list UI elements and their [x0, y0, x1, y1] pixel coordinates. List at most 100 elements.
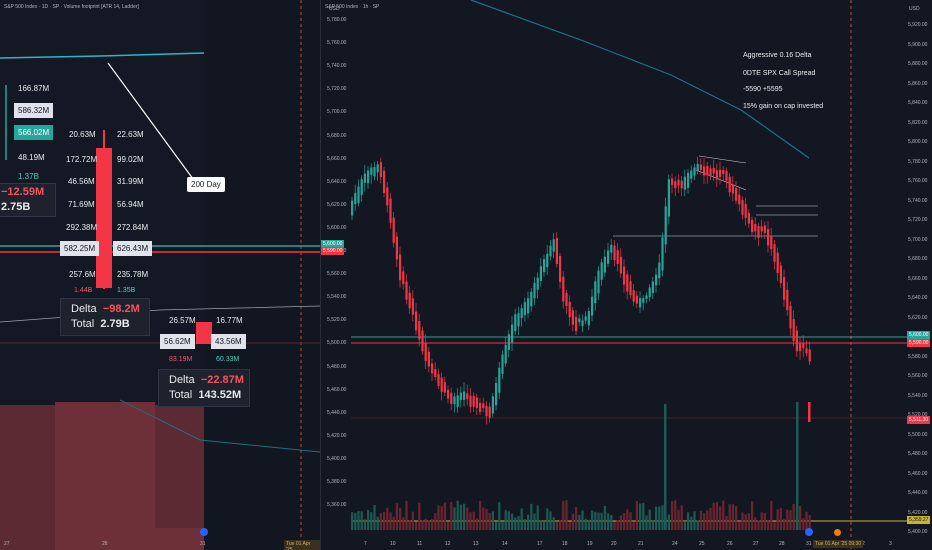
right-replay-icon[interactable] — [805, 528, 813, 536]
candle-body — [626, 274, 629, 292]
candle-body — [530, 291, 533, 307]
volume-bar — [587, 519, 590, 530]
bottom-delta-label: Delta — [169, 374, 195, 386]
candle-body — [418, 320, 421, 340]
candle-body — [482, 403, 485, 409]
right-axis-tick: 5,660.00 — [908, 275, 928, 282]
volume-bar — [552, 517, 555, 530]
volume-bar — [530, 503, 533, 530]
fp-level-4: 48.19M — [18, 153, 45, 162]
left-axis-tick: 5,420.00 — [327, 432, 347, 439]
candle-body — [728, 176, 731, 193]
candle-body — [786, 289, 789, 311]
candle-body — [424, 342, 427, 362]
candle-body — [571, 310, 574, 325]
candle-body — [575, 316, 578, 332]
fp-level-3: 566.02M — [14, 125, 54, 140]
volume-bar — [619, 515, 622, 530]
volume-bar — [395, 503, 398, 530]
fp-bid-1: 20.63M — [69, 130, 96, 139]
candle-body — [443, 382, 446, 393]
right-ma-200-line — [470, 0, 810, 159]
candle-body — [648, 287, 651, 298]
left-replay-icon[interactable] — [200, 528, 208, 536]
volume-bar — [565, 500, 568, 530]
candle-body — [776, 252, 779, 273]
candle-body — [376, 164, 379, 173]
volume-bar — [383, 512, 386, 530]
volume-bar — [767, 519, 770, 530]
volume-bar — [741, 512, 744, 530]
fp-ask-6: 626.43M — [113, 241, 153, 256]
volume-bar — [360, 511, 363, 530]
left-x-label-27: 27 — [4, 541, 10, 547]
session-background — [204, 0, 320, 550]
time-axis-tick: 24 — [672, 541, 678, 547]
candle-body — [472, 395, 475, 407]
right-axis-tick: 5,560.00 — [908, 373, 928, 379]
right-currency-text: USD — [909, 6, 920, 12]
candle-body — [379, 162, 382, 177]
bottom-delta-row: Delta −22.87M — [169, 373, 244, 388]
right-axis-tick: 5,840.00 — [908, 100, 928, 106]
volume-bar — [514, 517, 517, 530]
candle-body — [354, 193, 357, 205]
candle-body — [639, 298, 642, 308]
volume-bar — [623, 512, 626, 530]
left-axis-tick: 5,640.00 — [327, 178, 347, 185]
candle-body — [437, 374, 440, 386]
volume-bar — [543, 520, 546, 530]
fp-ask-3: 31.99M — [117, 177, 144, 186]
left-axis-tick: 5,440.00 — [327, 409, 347, 416]
ma-200-callout[interactable]: 200 Day — [187, 177, 225, 192]
right-axis-tick: 5,420.00 — [908, 509, 928, 516]
footprint-chart-pane[interactable]: S&P 500 Index · 1D · SP · Volume footpri… — [0, 0, 320, 550]
hourly-chart-canvas[interactable] — [321, 0, 932, 550]
fp-bottom-ask-2: 43.56M — [211, 334, 246, 349]
top-delta-value: −12.59M — [1, 186, 45, 198]
left-axis-tick: 5,480.00 — [327, 363, 347, 370]
candle-body — [763, 225, 766, 233]
left-axis-tick: 5,400.00 — [327, 455, 347, 462]
volume-bar — [658, 506, 661, 530]
volume-bar — [357, 511, 360, 530]
hourly-chart-pane[interactable]: S&P 500 Index · 1h · SP USD USD 5,780.00… — [321, 0, 932, 550]
footprint-chart-canvas[interactable] — [0, 0, 320, 550]
left-currency-label: USD — [329, 6, 340, 12]
candle-body — [357, 186, 360, 204]
candle-body — [664, 206, 667, 245]
top-summary-box: −12.59M 2.75B — [0, 183, 56, 217]
fp-bid-total: 1.44B — [74, 287, 93, 294]
time-axis-tick: 19 — [587, 541, 593, 547]
left-date-tag: Tue 01 Apr '25 — [284, 540, 320, 550]
left-axis-tick: 5,540.00 — [327, 294, 347, 301]
fp-bottom-bid-2: 56.62M — [160, 334, 195, 349]
volume-bar — [415, 521, 418, 530]
candle-body — [539, 266, 542, 281]
left-axis-tick: 5,720.00 — [327, 86, 347, 93]
candle-body — [463, 391, 466, 400]
candle-body — [546, 253, 549, 267]
volume-bar — [459, 504, 462, 530]
time-axis-tick: 28 — [779, 541, 785, 547]
volume-histogram — [351, 402, 811, 530]
candle-body — [655, 274, 658, 286]
time-axis-tick: 11 — [417, 541, 423, 547]
candle-body — [712, 167, 715, 174]
event-marker-icon[interactable] — [834, 529, 841, 536]
volume-bar — [450, 502, 453, 530]
volume-bar — [456, 500, 459, 530]
volume-bar — [661, 505, 664, 530]
candle-body — [351, 200, 354, 216]
candle-body — [792, 319, 795, 342]
right-red-price-tag: 5,590.00 — [907, 339, 931, 347]
note-line-3: -5590 +5595 — [743, 86, 783, 93]
ma-200-line — [0, 52, 205, 59]
candle-body — [699, 164, 702, 170]
candle-body — [392, 217, 395, 243]
right-axis-tick: 5,640.00 — [908, 295, 928, 301]
candle-body — [789, 305, 792, 329]
volume-bar — [719, 506, 722, 530]
right-axis-tick: 5,740.00 — [908, 197, 928, 204]
candle-body — [687, 172, 690, 188]
